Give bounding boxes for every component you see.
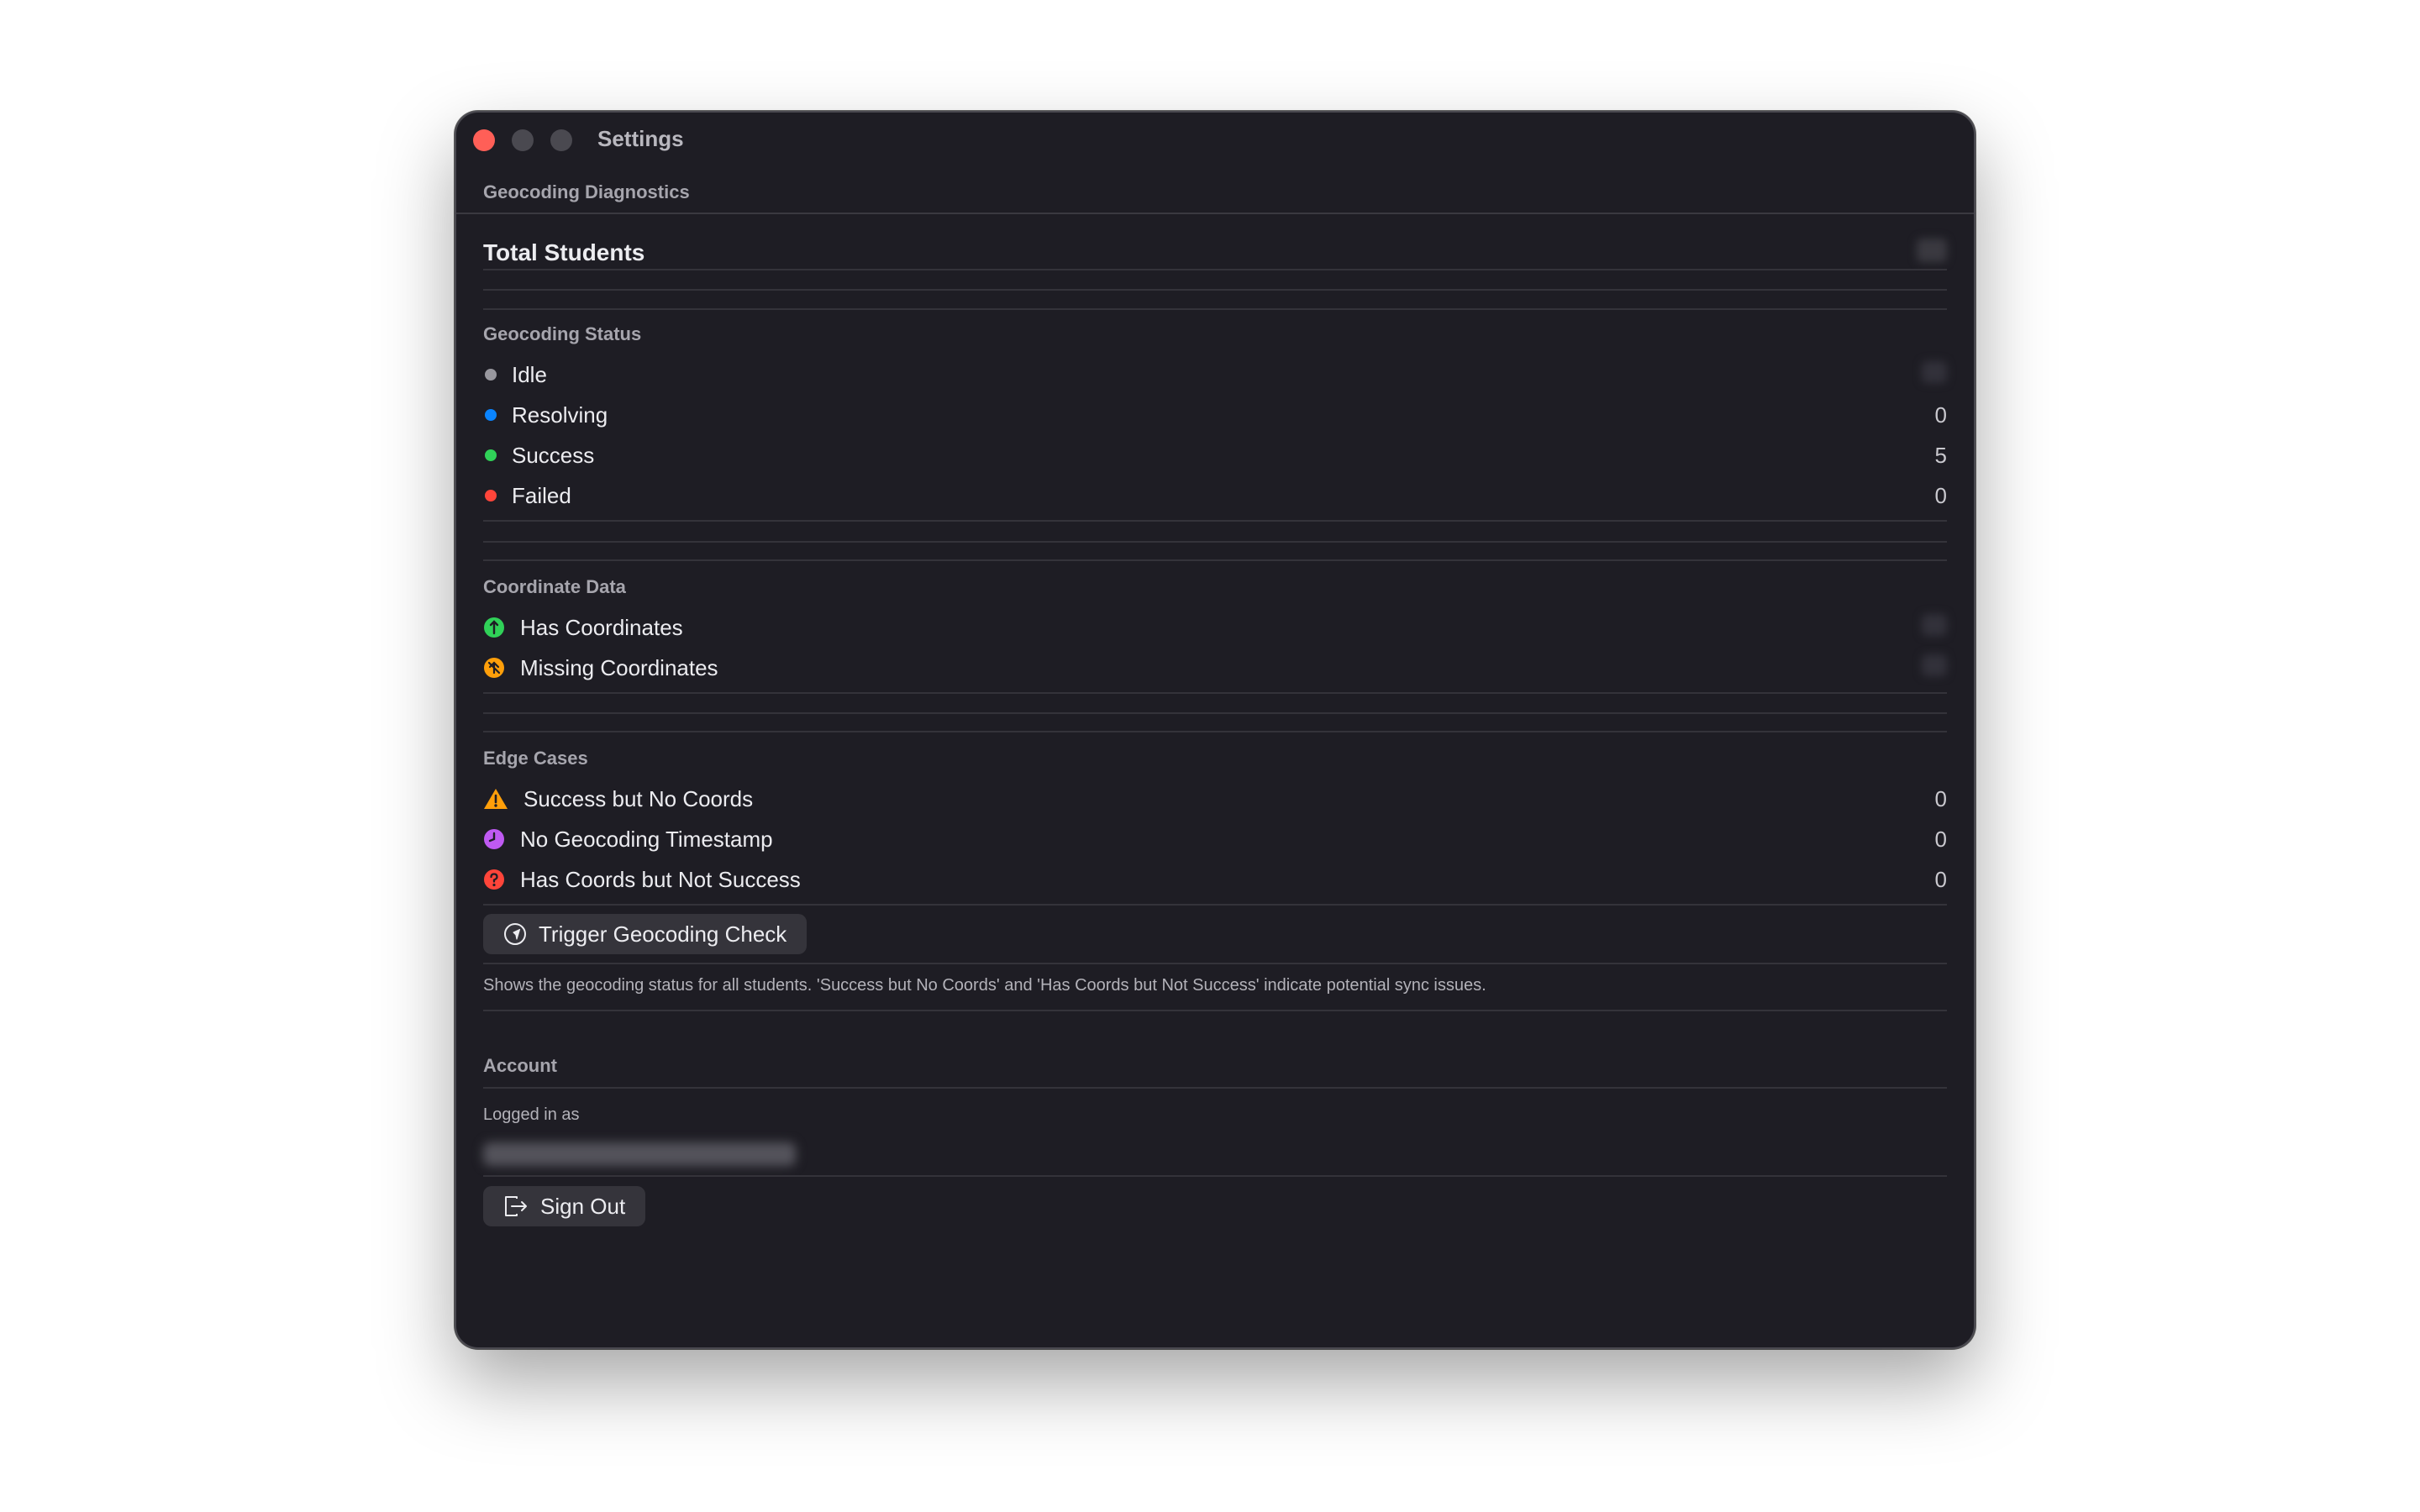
- divider: [483, 692, 1947, 694]
- coord-value: [1922, 613, 1947, 642]
- red-dot-icon: [485, 490, 497, 501]
- divider: [483, 904, 1947, 906]
- edge-value: 0: [1934, 826, 1947, 852]
- status-row-failed: Failed 0: [483, 479, 1947, 512]
- edge-label: No Geocoding Timestamp: [520, 826, 773, 852]
- status-value: 0: [1934, 402, 1947, 428]
- coord-row-missing: Missing Coordinates: [483, 651, 1947, 685]
- coord-row-has: Has Coordinates: [483, 611, 1947, 644]
- divider: [483, 520, 1947, 522]
- status-value: [1922, 360, 1947, 389]
- green-dot-icon: [485, 449, 497, 461]
- location-slash-icon: [483, 657, 505, 679]
- sign-out-label: Sign Out: [540, 1193, 626, 1219]
- divider: [483, 963, 1947, 964]
- status-row-resolving: Resolving 0: [483, 398, 1947, 432]
- divider: [483, 541, 1947, 543]
- coord-label: Missing Coordinates: [520, 654, 718, 680]
- divider: [483, 712, 1947, 714]
- divider: [483, 731, 1947, 732]
- edge-row-no-timestamp: No Geocoding Timestamp 0: [483, 822, 1947, 856]
- edge-label: Success but No Coords: [523, 785, 754, 811]
- status-value: 5: [1934, 442, 1947, 468]
- logged-in-as-label: Logged in as: [483, 1105, 580, 1124]
- edge-label: Has Coords but Not Success: [520, 866, 801, 892]
- divider: [483, 559, 1947, 561]
- divider: [483, 289, 1947, 291]
- trigger-geocoding-check-button[interactable]: Trigger Geocoding Check: [483, 914, 808, 954]
- status-label: Success: [512, 442, 595, 468]
- title-bar: Settings: [456, 113, 1974, 166]
- edge-cases-caption: Shows the geocoding status for all stude…: [483, 976, 1486, 995]
- divider: [483, 1087, 1947, 1089]
- status-label: Failed: [512, 482, 571, 508]
- total-students-row: Total Students: [483, 236, 1947, 270]
- window-title: Settings: [597, 126, 684, 151]
- status-label: Resolving: [512, 402, 608, 428]
- section-subtitle: Geocoding Diagnostics: [483, 181, 690, 202]
- location-pin-icon: [483, 617, 505, 638]
- divider: [483, 1175, 1947, 1177]
- edge-cases-header: Edge Cases: [483, 748, 588, 769]
- geocoding-status-header: Geocoding Status: [483, 323, 642, 344]
- total-students-value: [1917, 238, 1947, 268]
- coord-value: [1922, 654, 1947, 682]
- divider: [456, 213, 1974, 214]
- status-label: Idle: [512, 361, 547, 387]
- divider: [483, 308, 1947, 310]
- coord-label: Has Coordinates: [520, 614, 683, 640]
- gray-dot-icon: [485, 369, 497, 381]
- total-students-label: Total Students: [483, 239, 645, 265]
- account-header: Account: [483, 1055, 557, 1076]
- warning-triangle-icon: [483, 788, 508, 810]
- status-row-idle: Idle: [483, 358, 1947, 391]
- account-email: [483, 1142, 796, 1166]
- status-value: 0: [1934, 482, 1947, 508]
- edge-row-coords-not-success: Has Coords but Not Success 0: [483, 863, 1947, 896]
- blue-dot-icon: [485, 409, 497, 421]
- minimize-window-button[interactable]: [512, 129, 534, 151]
- divider: [483, 269, 1947, 270]
- edge-value: 0: [1934, 785, 1947, 811]
- status-row-success: Success 5: [483, 438, 1947, 472]
- question-circle-icon: [483, 869, 505, 890]
- edge-value: 0: [1934, 866, 1947, 892]
- coordinate-data-header: Coordinate Data: [483, 576, 626, 597]
- sign-out-button[interactable]: Sign Out: [483, 1186, 646, 1226]
- close-window-button[interactable]: [473, 129, 495, 151]
- trigger-button-label: Trigger Geocoding Check: [539, 921, 787, 947]
- zoom-window-button[interactable]: [550, 129, 572, 151]
- location-arrow-icon: [504, 923, 526, 945]
- clock-icon: [483, 828, 505, 850]
- sign-out-icon: [505, 1196, 527, 1216]
- settings-window: Settings Geocoding Diagnostics Total Stu…: [455, 111, 1975, 1349]
- edge-row-success-no-coords: Success but No Coords 0: [483, 782, 1947, 816]
- divider: [483, 1010, 1947, 1011]
